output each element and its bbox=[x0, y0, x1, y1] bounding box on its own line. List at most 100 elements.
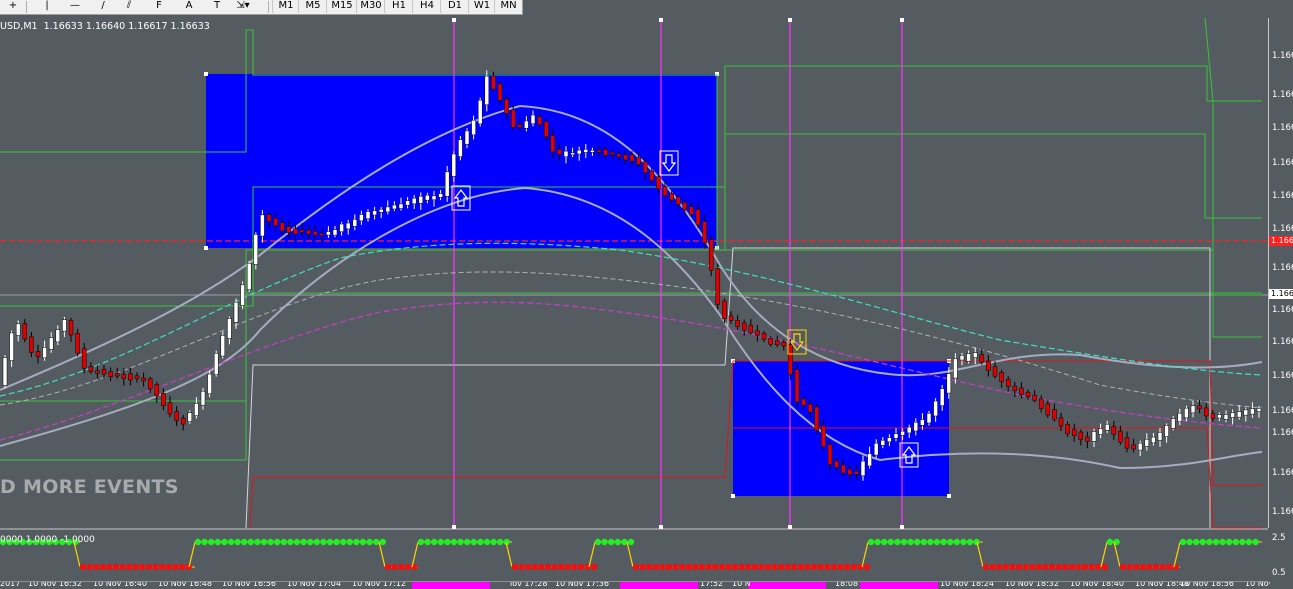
bear-candle bbox=[794, 369, 800, 403]
bear-candle bbox=[689, 206, 694, 215]
oscillator-dot-green bbox=[444, 538, 451, 546]
oscillator-dot-red bbox=[652, 563, 659, 571]
bear-candle bbox=[147, 378, 153, 390]
oscillator-dot-red bbox=[159, 563, 166, 571]
bull-candle bbox=[1243, 409, 1249, 416]
oscillator-dot-green bbox=[287, 538, 294, 546]
bull-candle bbox=[187, 412, 193, 422]
bear-candle bbox=[702, 221, 707, 244]
price-tag-level: 1.166 bbox=[1269, 236, 1293, 246]
bear-candle bbox=[999, 372, 1004, 382]
bear-candle bbox=[101, 368, 107, 375]
oscillator-dot-red bbox=[1081, 563, 1089, 571]
oscillator-dot-red bbox=[1035, 563, 1043, 571]
time-label: 10 Nov 17:12 bbox=[352, 582, 406, 588]
bull-candle bbox=[1230, 412, 1235, 418]
oscillator-dot-red bbox=[591, 563, 598, 571]
oscillator-dot-red bbox=[1166, 563, 1173, 571]
session-time-marker bbox=[620, 582, 698, 589]
bull-candle bbox=[860, 460, 866, 476]
bear-candle bbox=[854, 470, 859, 475]
bull-candle bbox=[887, 437, 892, 443]
bear-candle bbox=[1124, 437, 1130, 449]
oscillator-dot-red bbox=[511, 563, 519, 571]
zone-anchor bbox=[947, 494, 951, 498]
oscillator-dot-red bbox=[738, 563, 745, 571]
time-label: 10 Nov 18:56 bbox=[1180, 582, 1234, 588]
oscillator-dot-red bbox=[784, 563, 791, 571]
bull-candle bbox=[570, 152, 575, 156]
price-label: 1.166 bbox=[1272, 51, 1293, 61]
oscillator-dot-red bbox=[384, 563, 392, 571]
price-label: 1.166 bbox=[1272, 371, 1293, 381]
oscillator-dot-green bbox=[241, 538, 248, 546]
oscillator-dot-green bbox=[366, 538, 373, 546]
oscillator-dot-red bbox=[132, 563, 139, 571]
bear-candle bbox=[1038, 398, 1044, 409]
price-chart[interactable] bbox=[0, 0, 1293, 589]
bear-candle bbox=[695, 209, 701, 226]
bear-candle bbox=[834, 460, 839, 468]
oscillator-dot-green bbox=[234, 538, 241, 546]
time-label: 17:52 bbox=[700, 582, 724, 588]
oscillator-dot-red bbox=[1139, 563, 1147, 571]
bull-candle bbox=[1190, 405, 1196, 414]
oscillator-dot-green bbox=[260, 538, 268, 546]
oscillator-dot-green bbox=[1239, 538, 1246, 546]
oscillator-dot-green bbox=[274, 538, 281, 546]
bear-candle bbox=[715, 268, 721, 305]
oscillator-legend: 0000 1.0000 -1.0000 bbox=[0, 535, 95, 545]
bull-candle bbox=[62, 319, 67, 332]
oscillator-dot-red bbox=[106, 563, 113, 571]
bear-candle bbox=[1058, 417, 1064, 427]
bull-candle bbox=[530, 114, 536, 124]
oscillator-dot-red bbox=[558, 563, 565, 571]
bull-candle bbox=[1144, 439, 1150, 447]
oscillator-dot-green bbox=[201, 538, 208, 546]
time-label: 2017 bbox=[0, 582, 21, 588]
bull-candle bbox=[240, 284, 245, 306]
oscillator-dot-red bbox=[731, 563, 739, 571]
oscillator-dot-red bbox=[1133, 563, 1140, 571]
session-line-handle bbox=[788, 525, 792, 529]
bear-candle bbox=[68, 320, 74, 336]
bear-candle bbox=[497, 83, 503, 101]
oscillator-dot-red bbox=[771, 563, 778, 571]
oscillator-dot-green bbox=[346, 538, 353, 546]
oscillator-dot-green bbox=[470, 538, 477, 546]
bear-candle bbox=[121, 374, 127, 379]
bull-candle bbox=[9, 332, 14, 361]
oscillator-dot-green bbox=[353, 538, 360, 546]
bear-candle bbox=[95, 370, 100, 374]
price-label: 1.166 bbox=[1272, 123, 1293, 133]
bear-candle bbox=[662, 186, 668, 197]
bull-candle bbox=[563, 150, 569, 158]
bear-candle bbox=[609, 152, 615, 155]
time-label: 10 Nov 17:04 bbox=[287, 582, 341, 588]
bear-candle bbox=[128, 373, 133, 381]
bull-candle bbox=[372, 210, 377, 216]
oscillator-dot-green bbox=[300, 538, 307, 546]
bull-candle bbox=[431, 195, 437, 201]
bear-candle bbox=[1065, 424, 1070, 435]
bear-candle bbox=[761, 332, 767, 340]
oscillator-dot-green bbox=[307, 538, 314, 546]
bull-candle bbox=[359, 214, 364, 222]
bear-candle bbox=[1005, 378, 1011, 387]
bear-candle bbox=[603, 149, 608, 156]
oscillator-dot-green bbox=[1206, 538, 1213, 546]
bull-candle bbox=[477, 99, 483, 125]
bull-candle bbox=[906, 426, 912, 434]
session-line-handle bbox=[788, 18, 792, 22]
oscillator-dot-green bbox=[373, 538, 380, 546]
bear-candle bbox=[154, 384, 160, 397]
oscillator-dot-green bbox=[966, 538, 974, 546]
oscillator-dot-red bbox=[679, 563, 686, 571]
bear-candle bbox=[1131, 444, 1136, 450]
bear-candle bbox=[1012, 385, 1018, 391]
bear-candle bbox=[774, 340, 780, 345]
bull-candle bbox=[365, 211, 371, 219]
bull-candle bbox=[458, 139, 463, 157]
oscillator-dot-red bbox=[1152, 563, 1160, 571]
bull-candle bbox=[926, 413, 932, 424]
